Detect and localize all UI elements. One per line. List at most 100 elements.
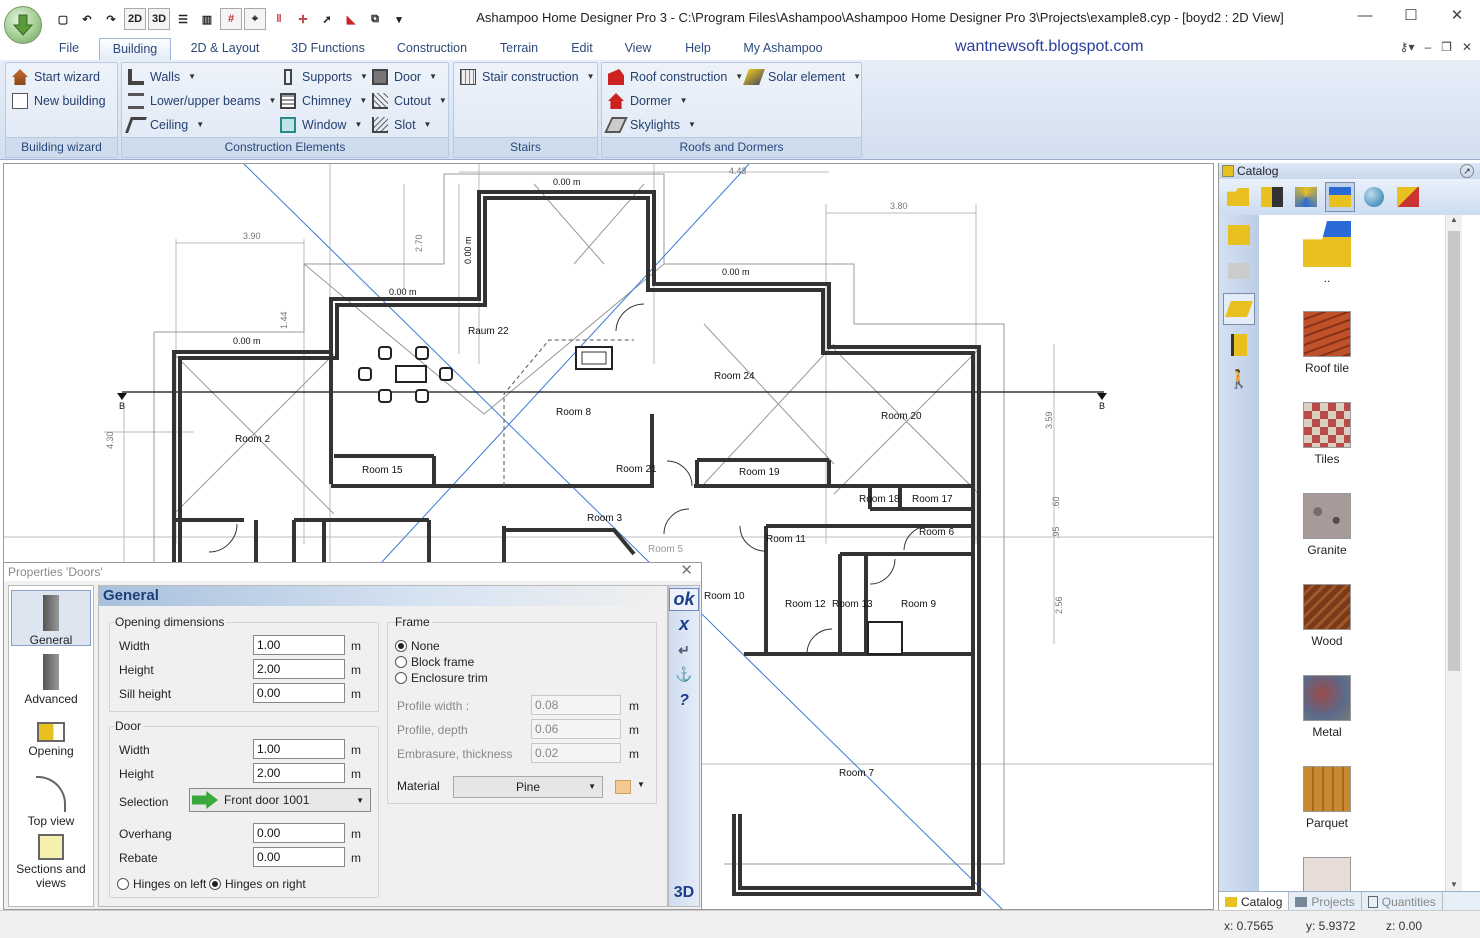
split-horizontal-icon[interactable]: ☰ <box>172 8 194 30</box>
restore-doc-icon[interactable]: ❐ <box>1441 40 1452 54</box>
red-marker-icon[interactable]: ◣ <box>340 8 362 30</box>
room-label[interactable]: Raum 22 <box>468 326 509 337</box>
tab-help[interactable]: Help <box>676 38 720 60</box>
tab-view[interactable]: View <box>617 38 659 60</box>
new-building-button[interactable]: New building <box>12 91 106 111</box>
stair-construction-button[interactable]: Stair construction ▼ <box>460 67 595 87</box>
guides-icon[interactable]: ‖ <box>268 8 290 30</box>
beams-button[interactable]: Lower/upper beams ▼ <box>128 91 276 111</box>
solar-element-button[interactable]: Solar element ▼ <box>743 67 861 87</box>
room-label[interactable]: Room 21 <box>616 464 657 475</box>
catalog-side-person-icon[interactable]: 🚶 <box>1223 363 1255 395</box>
catalog-scrollbar[interactable]: ▲ ▼ <box>1445 215 1462 891</box>
room-label[interactable]: Room 8 <box>556 407 591 418</box>
qat-customize-icon[interactable]: ▾ <box>388 8 410 30</box>
profile-width-input[interactable]: 0.08 <box>531 695 621 715</box>
embrasure-input[interactable]: 0.02 <box>531 743 621 763</box>
app-menu-button[interactable] <box>4 6 42 44</box>
hinges-right-radio[interactable]: Hinges on right <box>209 877 306 891</box>
hinges-left-radio[interactable]: Hinges on left <box>117 877 206 891</box>
start-wizard-button[interactable]: Start wizard <box>12 67 100 87</box>
room-label[interactable]: Room 3 <box>587 513 622 524</box>
tab-3d-functions[interactable]: 3D Functions <box>284 38 372 60</box>
minimize-icon[interactable]: — <box>1342 0 1388 30</box>
roof-construction-button[interactable]: Roof construction ▼ <box>608 67 743 87</box>
supports-button[interactable]: Supports ▼ <box>280 67 368 87</box>
door-width-input[interactable]: 1.00 <box>253 739 345 759</box>
door-height-input[interactable]: 2.00 <box>253 763 345 783</box>
material-dropdown[interactable]: Pine ▼ <box>453 776 603 798</box>
cutout-button[interactable]: Cutout ▼ <box>372 91 447 111</box>
frame-block-radio[interactable]: Block frame <box>395 655 474 669</box>
room-label[interactable]: Room 15 <box>362 465 403 476</box>
catalog-materials-icon[interactable] <box>1291 182 1321 212</box>
tab-quantities[interactable]: Quantities <box>1362 892 1443 911</box>
nav-top-view[interactable]: Top view <box>11 772 91 828</box>
room-label[interactable]: Room 12 <box>785 599 826 610</box>
catalog-side-materials-icon[interactable] <box>1223 293 1255 325</box>
room-label[interactable]: Room 19 <box>739 467 780 478</box>
rebate-input[interactable]: 0.00 <box>253 847 345 867</box>
catalog-globe-icon[interactable] <box>1359 182 1389 212</box>
tab-construction[interactable]: Construction <box>388 38 476 60</box>
ceiling-button[interactable]: Ceiling ▼ <box>125 115 204 135</box>
close-doc-icon[interactable]: ✕ <box>1462 40 1472 54</box>
nav-general[interactable]: General <box>11 590 91 647</box>
room-label[interactable]: Room 2 <box>235 434 270 445</box>
anchor-icon[interactable]: ⚓ <box>669 666 699 683</box>
catalog-pin-icon[interactable]: ↗ <box>1460 164 1474 178</box>
undo-icon[interactable]: ↶ <box>76 8 98 30</box>
frame-none-radio[interactable]: None <box>395 639 440 653</box>
close-icon[interactable]: ✕ <box>1434 0 1480 30</box>
catalog-item-parquet[interactable]: Parquet <box>1297 766 1357 830</box>
room-label[interactable]: Room 13 <box>832 599 873 610</box>
scroll-up-icon[interactable]: ▲ <box>1450 215 1458 224</box>
catalog-textures-icon[interactable] <box>1325 182 1355 212</box>
nav-advanced[interactable]: Advanced <box>11 650 91 706</box>
sill-height-input[interactable]: 0.00 <box>253 683 345 703</box>
catalog-up-folder-icon[interactable] <box>1223 182 1253 212</box>
room-label[interactable]: Room 18 <box>859 494 900 505</box>
copy-icon[interactable]: ⧉ <box>364 8 386 30</box>
split-vertical-icon[interactable]: ▥ <box>196 8 218 30</box>
view-3d-button[interactable]: 3D <box>148 8 170 30</box>
room-label[interactable]: Room 17 <box>912 494 953 505</box>
opening-height-input[interactable]: 2.00 <box>253 659 345 679</box>
preview-3d-button[interactable]: 3D <box>669 884 699 902</box>
ok-button[interactable]: ok <box>669 588 699 611</box>
walls-button[interactable]: Walls ▼ <box>128 67 196 87</box>
snap-cursor-icon[interactable]: ⌖ <box>244 8 266 30</box>
tab-terrain[interactable]: Terrain <box>492 38 546 60</box>
catalog-item-parent[interactable]: .. <box>1297 221 1357 285</box>
tab-file[interactable]: File <box>48 38 90 60</box>
room-label[interactable]: Room 20 <box>881 411 922 422</box>
redo-icon[interactable]: ↷ <box>100 8 122 30</box>
room-label[interactable]: Room 24 <box>714 371 755 382</box>
room-label[interactable]: Room 5 <box>648 544 683 555</box>
catalog-item-wood[interactable]: Wood <box>1297 584 1357 648</box>
skylights-button[interactable]: Skylights ▼ <box>604 115 696 135</box>
room-label[interactable]: Room 11 <box>766 534 806 545</box>
scroll-down-icon[interactable]: ▼ <box>1450 880 1458 889</box>
door-selection-dropdown[interactable]: Front door 1001 ▼ <box>189 788 371 812</box>
slot-button[interactable]: Slot ▼ <box>372 115 431 135</box>
material-menu-icon[interactable]: ▼ <box>637 780 645 789</box>
nav-opening[interactable]: Opening <box>11 712 91 768</box>
room-label[interactable]: Room 9 <box>901 599 936 610</box>
catalog-side-favorites-icon[interactable] <box>1223 219 1255 251</box>
catalog-objects-icon[interactable] <box>1393 182 1423 212</box>
room-label[interactable]: Room 6 <box>919 527 954 538</box>
chimney-button[interactable]: Chimney ▼ <box>280 91 367 111</box>
tab-catalog[interactable]: Catalog <box>1219 892 1290 911</box>
help-key-icon[interactable]: ⚷▾ <box>1400 40 1415 54</box>
catalog-item-tiles[interactable]: Tiles <box>1297 402 1357 466</box>
catalog-side-disabled-icon[interactable] <box>1223 255 1255 287</box>
room-label[interactable]: Room 7 <box>839 768 874 779</box>
catalog-item-plaster[interactable] <box>1297 857 1357 891</box>
frame-enclosure-radio[interactable]: Enclosure trim <box>395 671 488 685</box>
scroll-thumb[interactable] <box>1448 231 1460 671</box>
select-arrow-icon[interactable]: ➚ <box>316 8 338 30</box>
door-button[interactable]: Door ▼ <box>372 67 437 87</box>
tab-projects[interactable]: Projects <box>1289 892 1362 911</box>
room-label[interactable]: Room 10 <box>704 591 745 602</box>
